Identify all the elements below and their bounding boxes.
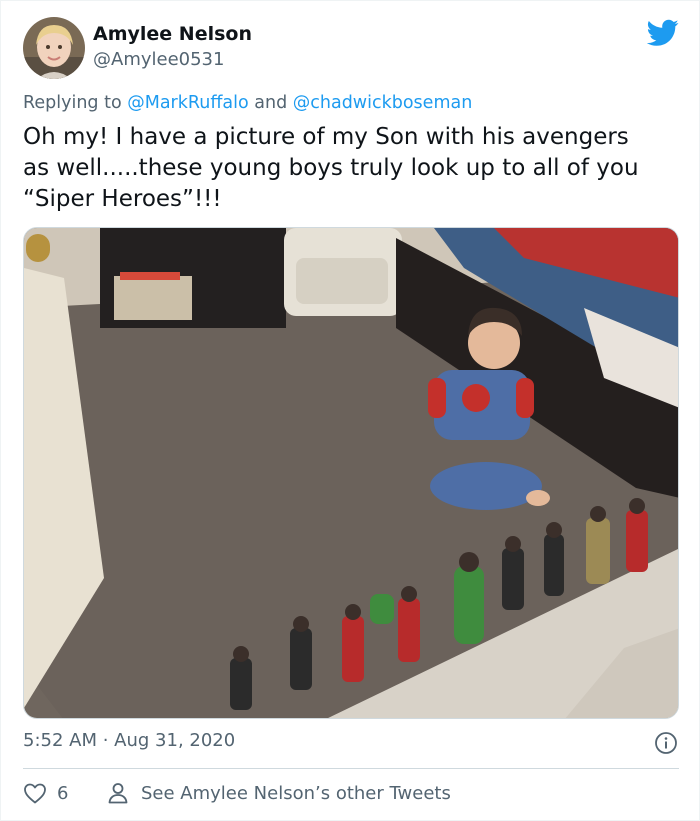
profile-icon (108, 783, 128, 804)
photo-image (24, 228, 678, 718)
tweet-date: Aug 31, 2020 (114, 730, 236, 751)
avatar-photo (23, 17, 85, 79)
mention-link-chadwickboseman[interactable]: @chadwickboseman (293, 93, 473, 113)
twitter-bird-icon[interactable] (647, 19, 679, 47)
timestamp-separator: · (97, 730, 115, 751)
like-count: 6 (57, 782, 69, 804)
user-handle[interactable]: @Amylee0531 (93, 49, 224, 70)
avatar[interactable] (23, 17, 85, 79)
see-other-tweets-link[interactable]: See Amylee Nelson’s other Tweets (107, 781, 451, 805)
display-name[interactable]: Amylee Nelson (93, 23, 252, 45)
like-button[interactable]: 6 (23, 781, 68, 805)
heart-icon (24, 783, 46, 804)
replying-to-prefix: Replying to (23, 93, 128, 113)
see-other-tweets-label: See Amylee Nelson’s other Tweets (141, 782, 451, 804)
mention-link-markruffalo[interactable]: @MarkRuffalo (127, 93, 248, 113)
replying-to: Replying to @MarkRuffalo and @chadwickbo… (23, 93, 472, 113)
tweet-card: Amylee Nelson @Amylee0531 Replying to @M… (0, 0, 700, 821)
tweet-timestamp[interactable]: 5:52 AM · Aug 31, 2020 (23, 730, 235, 751)
replying-to-joiner: and (248, 93, 293, 113)
info-icon[interactable] (654, 731, 678, 755)
divider (23, 768, 679, 769)
tweet-time: 5:52 AM (23, 730, 97, 751)
tweet-photo[interactable] (23, 227, 679, 719)
tweet-text: Oh my! I have a picture of my Son with h… (23, 124, 639, 212)
